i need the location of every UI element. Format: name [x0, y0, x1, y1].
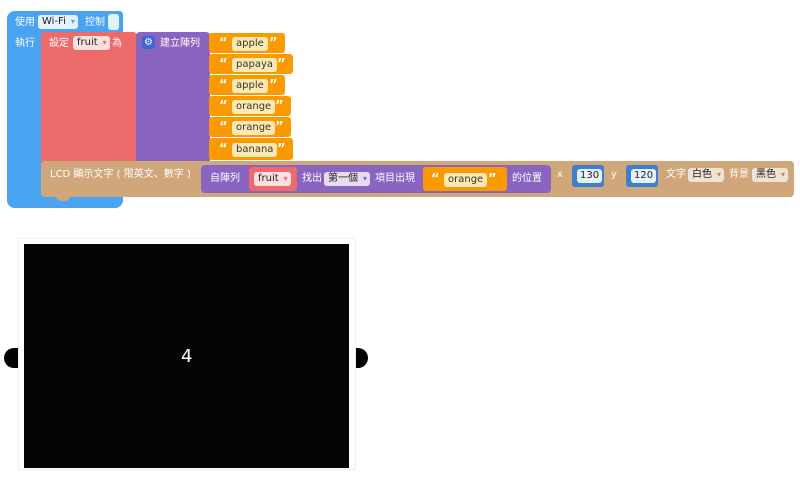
set-label: 設定: [49, 38, 69, 49]
close-quote-icon: ”: [275, 99, 284, 114]
text-color-dropdown[interactable]: 白色 ▾: [688, 168, 724, 182]
lcd-display-label: LCD 顯示文字 ( 限英文、數字 ): [50, 169, 191, 180]
close-quote-icon: ”: [269, 78, 278, 93]
close-quote-icon: ”: [275, 120, 284, 135]
fruit-variable-dropdown[interactable]: fruit ▾: [254, 172, 291, 186]
fruit-variable-dropdown[interactable]: fruit ▾: [73, 36, 110, 50]
string-value[interactable]: orange: [232, 121, 276, 135]
gear-icon[interactable]: ⚙: [142, 36, 155, 49]
wifi-control-empty-slot[interactable]: [108, 14, 119, 30]
y-label: y: [611, 169, 617, 180]
wifi-do-label: 執行: [15, 38, 35, 49]
chevron-down-icon: ▾: [780, 170, 785, 179]
set-variable-block[interactable]: [41, 32, 137, 164]
wifi-dropdown[interactable]: Wi-Fi ▾: [38, 15, 78, 29]
close-quote-icon: ”: [488, 172, 497, 187]
open-quote-icon: “: [219, 57, 228, 72]
wifi-control-prefix: 使用: [15, 17, 35, 28]
text-color-label: 文字: [666, 169, 686, 180]
occurrence-dropdown[interactable]: 第一個 ▾: [324, 172, 370, 186]
from-array-label: 自陣列: [210, 173, 240, 184]
lcd-left-handle[interactable]: [4, 348, 18, 368]
background-label: 背景: [729, 169, 749, 180]
string-value[interactable]: papaya: [232, 58, 277, 72]
open-quote-icon: “: [219, 99, 228, 114]
search-string-value[interactable]: orange: [444, 173, 488, 187]
close-quote-icon: ”: [277, 142, 286, 157]
open-quote-icon: “: [219, 120, 228, 135]
lcd-display-text: 4: [181, 346, 193, 367]
close-quote-icon: ”: [277, 57, 286, 72]
item-occurs-label: 項目出現: [375, 173, 415, 184]
chevron-down-icon: ▾: [362, 174, 367, 183]
open-quote-icon: “: [219, 142, 228, 157]
chevron-down-icon: ▾: [716, 170, 721, 179]
y-number-value[interactable]: 120: [631, 169, 657, 183]
background-color-dropdown[interactable]: 黑色 ▾: [752, 168, 788, 182]
open-quote-icon: “: [219, 78, 228, 93]
chevron-down-icon: ▾: [283, 174, 288, 183]
string-value[interactable]: apple: [232, 37, 268, 51]
open-quote-icon: “: [431, 172, 440, 187]
string-value[interactable]: banana: [232, 143, 278, 157]
chevron-down-icon: ▾: [102, 38, 107, 47]
create-array-block[interactable]: [136, 32, 210, 164]
set-to-label: 為: [112, 38, 122, 49]
string-value[interactable]: apple: [232, 79, 268, 93]
wifi-control-suffix: 控制: [85, 17, 105, 28]
create-array-label: 建立陣列: [160, 38, 200, 49]
position-label: 的位置: [512, 173, 542, 184]
x-number-value[interactable]: 130: [577, 169, 603, 183]
close-quote-icon: ”: [269, 36, 278, 51]
lcd-screen: 4: [24, 244, 349, 468]
find-label: 找出: [302, 173, 322, 184]
string-value[interactable]: orange: [232, 100, 276, 114]
open-quote-icon: “: [219, 36, 228, 51]
chevron-down-icon: ▾: [70, 17, 75, 26]
x-label: x: [557, 169, 563, 180]
